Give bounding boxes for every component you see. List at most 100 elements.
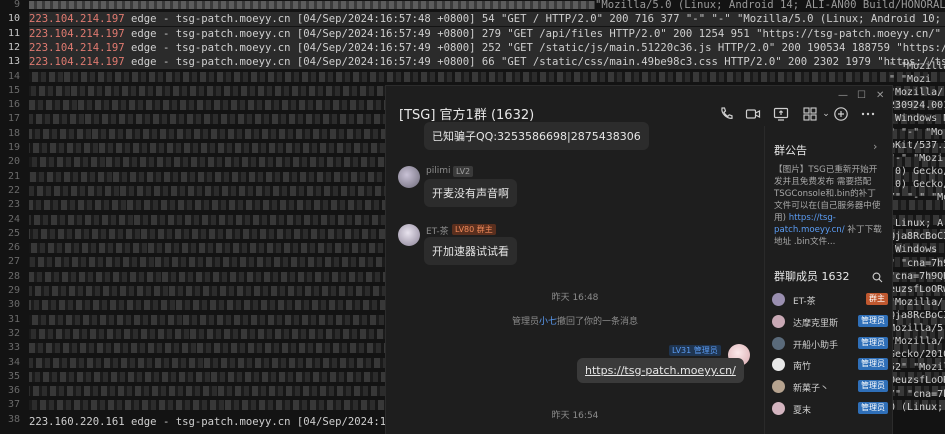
apps-icon[interactable] <box>802 106 818 122</box>
log-text-fragment: (Windows <box>889 244 938 256</box>
log-line: "Mozilla/5.0 (Linux; Android 14; ALI-AN0… <box>29 0 945 12</box>
line-number: 9 <box>13 0 20 10</box>
message-bubble[interactable]: 开加速器试试看 <box>424 237 517 265</box>
line-number: 20 <box>7 156 20 168</box>
log-text-fragment: "Mozilla/ <box>889 296 944 308</box>
search-icon[interactable] <box>872 268 883 287</box>
owner-badge: LV80 群主 <box>452 224 496 235</box>
close-button[interactable]: ✕ <box>876 90 884 101</box>
line-number: 25 <box>7 227 20 239</box>
log-text-fragment: Qja8RcBoCI <box>889 309 945 321</box>
system-message: 管理员小七撤回了你的一条消息 <box>386 314 764 327</box>
line-number: 28 <box>7 270 20 282</box>
line-number: 32 <box>7 327 20 339</box>
timestamp: 昨天 16:54 <box>551 411 599 421</box>
sys-suffix: 撤回了你的一条消息 <box>557 317 639 327</box>
member-avatar[interactable] <box>772 314 785 328</box>
member-name: 达摩克里斯 <box>793 318 839 329</box>
group-notice[interactable]: 【图片】TSG已重新开始开发并且免费发布 需要搭配TSGConsole和.bin… <box>774 164 884 248</box>
member-avatar[interactable] <box>772 380 785 394</box>
log-text-fragment: " "cna=7h9 <box>889 257 945 269</box>
log-text-fragment: 52" "Mozil <box>889 362 945 374</box>
member-row[interactable]: 夏末 管理员 <box>772 401 890 417</box>
avatar[interactable] <box>398 166 420 188</box>
ip-address: 223.104.214.197 <box>29 27 125 40</box>
line-number: 36 <box>7 385 20 397</box>
line-number: 34 <box>7 356 20 368</box>
group-chat-window[interactable]: [TSG] 官方1群 (1632) — ☐ ✕ ⌄ 已知骗子QQ:3253586… <box>386 86 892 434</box>
line-number: 38 <box>7 413 20 425</box>
member-avatar[interactable] <box>772 293 785 306</box>
redacted-log-line <box>29 71 945 82</box>
chevron-right-icon[interactable]: › <box>873 140 877 153</box>
member-name: 开船小助手 <box>793 340 839 351</box>
message-bubble[interactable]: 开麦没有声音啊 <box>424 179 517 207</box>
member-name: 南竹 <box>793 362 812 373</box>
log-text-fragment: " "Mozilla/ <box>889 61 945 72</box>
log-text-fragment: 230924.001 <box>889 100 945 112</box>
message-bubble[interactable]: 已知骗子QQ:3253586698|2875438306 <box>424 122 649 150</box>
line-number: 16 <box>7 99 20 111</box>
line-number: 29 <box>7 285 20 296</box>
link-message-bubble[interactable]: https://tsg-patch.moeyy.cn/ <box>577 358 744 383</box>
member-avatar[interactable] <box>772 402 785 415</box>
log-text-fragment: Mozilla/5. <box>889 323 945 334</box>
log-text: edge - tsg-patch.moeyy.cn [04/Sep/2024:1… <box>131 41 945 54</box>
ip-address: 223.160.220.161 <box>29 415 125 428</box>
screen-share-icon[interactable] <box>773 106 789 122</box>
member-row[interactable]: 开船小助手 管理员 <box>772 336 890 352</box>
log-text-fragment: "cna=7h9QH <box>889 270 945 282</box>
line-number: 22 <box>7 184 20 196</box>
notice-title[interactable]: 群公告 <box>774 142 807 158</box>
log-line: 223.104.214.197 edge - tsg-patch.moeyy.c… <box>29 26 945 41</box>
avatar[interactable] <box>398 224 420 246</box>
log-text-fragment: /" "-" "Mo <box>889 192 945 203</box>
log-text: edge - tsg-patch.moeyy.cn [04/Sep/2024:1… <box>131 13 942 26</box>
member-row[interactable]: ET-茶 群主 <box>772 292 890 308</box>
minimize-button[interactable]: — <box>838 90 848 101</box>
log-text: edge - tsg-patch.moeyy.cn [04/Sep/2024:1… <box>131 56 945 69</box>
video-icon[interactable] <box>745 106 761 122</box>
timestamp: 昨天 16:48 <box>551 293 599 303</box>
admin-name-link[interactable]: 小七 <box>539 317 557 327</box>
log-text-fragment: .0) Gecko/ <box>889 178 945 190</box>
line-number: 15 <box>7 84 20 96</box>
line-number: 24 <box>7 213 20 225</box>
member-row[interactable]: 南竹 管理员 <box>772 357 890 373</box>
line-number: 10 <box>7 13 20 25</box>
add-icon[interactable] <box>833 106 849 122</box>
member-avatar[interactable] <box>772 358 785 372</box>
sys-prefix: 管理员 <box>511 317 539 327</box>
log-text-fragment: "Mozilla/ <box>889 336 944 348</box>
line-number: 13 <box>7 56 20 68</box>
line-number-gutter: 9 10 11 12 13 14 15 16 17 18 19 20 21 22 23 24 25 26 27 28 2… <box>0 0 26 434</box>
line-number: 31 <box>7 313 20 325</box>
line-number: 21 <box>7 170 20 182</box>
member-role-badge: 群主 <box>866 293 888 305</box>
log-text-fragment: Gecko/2010 <box>889 349 945 361</box>
member-role-badge: 管理员 <box>858 358 888 371</box>
line-number: 37 <box>7 399 20 411</box>
chevron-down-icon[interactable]: ⌄ <box>818 106 834 122</box>
ip-address: 223.104.214.197 <box>29 56 125 69</box>
member-row[interactable]: 达摩克里斯 管理员 <box>772 314 890 330</box>
sender-name[interactable]: pilimi <box>426 166 450 176</box>
member-role-badge: 管理员 <box>858 314 888 327</box>
log-line: 223.104.214.197 edge - tsg-patch.moeyy.c… <box>29 55 945 70</box>
member-name: 新菓子丶 <box>793 384 830 395</box>
line-number: 23 <box>7 199 20 211</box>
log-line: 223.104.214.197 edge - tsg-patch.moeyy.c… <box>29 12 945 27</box>
member-row[interactable]: 新菓子丶 管理员 <box>772 379 890 395</box>
phone-icon[interactable] <box>718 106 734 122</box>
line-number: 11 <box>7 27 20 39</box>
log-text-fragment: (Windows N <box>889 113 945 125</box>
sender-name[interactable]: ET-茶 <box>426 224 449 237</box>
restore-button[interactable]: ☐ <box>857 90 866 101</box>
more-icon[interactable] <box>860 106 876 122</box>
member-avatar[interactable] <box>772 336 785 350</box>
message-list[interactable]: 已知骗子QQ:3253586698|2875438306 pilimi LV2 … <box>386 122 764 434</box>
line-number: 14 <box>7 70 20 82</box>
line-number: 33 <box>7 342 20 354</box>
log-text-fragment: " "-" "Mo <box>889 126 944 138</box>
members-title: 群聊成员 1632 <box>774 270 850 283</box>
